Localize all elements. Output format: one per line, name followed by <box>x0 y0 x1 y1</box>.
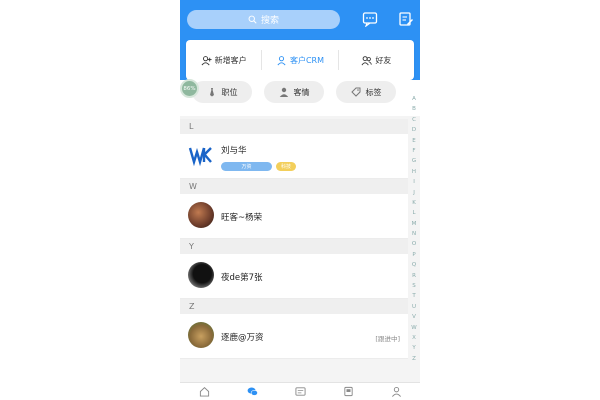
contact-row[interactable]: 夜de第7张 <box>180 254 408 299</box>
index-letter[interactable]: A <box>409 94 419 104</box>
index-letter[interactable]: X <box>409 333 419 343</box>
customer-crm-label: 客户CRM <box>289 55 325 65</box>
tab-card[interactable] <box>276 383 324 400</box>
crm-icon <box>277 55 286 65</box>
index-letter[interactable]: S <box>409 281 419 291</box>
contact-name: 刘与华 <box>221 146 247 156</box>
index-letter[interactable]: W <box>409 323 419 333</box>
add-customer-icon <box>201 55 212 65</box>
add-customer-button[interactable]: 新增客户 <box>186 50 261 70</box>
contacts-book-icon <box>343 386 353 397</box>
card-icon <box>294 387 306 396</box>
index-letter[interactable]: N <box>409 229 419 239</box>
index-letter[interactable]: D <box>409 125 419 135</box>
customer-crm-button[interactable]: 客户CRM <box>261 50 337 70</box>
progress-badge: 86% <box>180 79 199 98</box>
index-letter[interactable]: M <box>409 219 419 229</box>
alphabet-index[interactable]: ABCDEFGHIJKLMNOPQRSTUVWXYZ <box>409 94 419 364</box>
person-icon <box>279 87 288 97</box>
app-screen: 搜索 新增客户 客户CRM 好友 职位 客情 标签 86% L 刘与华 万资 科… <box>180 0 420 400</box>
customer-relation-chip-label: 客情 <box>293 87 310 97</box>
bottom-tab-bar <box>180 382 420 400</box>
contact-tag: 万资 <box>221 162 272 171</box>
tag-chip[interactable]: 标签 <box>336 81 396 103</box>
position-chip[interactable]: 职位 <box>192 81 252 103</box>
index-letter[interactable]: B <box>409 104 419 114</box>
index-letter[interactable]: J <box>409 188 419 198</box>
index-letter[interactable]: G <box>409 156 419 166</box>
index-letter[interactable]: Y <box>409 343 419 353</box>
tab-home[interactable] <box>180 383 228 400</box>
tie-icon <box>209 88 214 97</box>
index-letter[interactable]: E <box>409 136 419 146</box>
add-customer-label: 新增客户 <box>214 55 247 65</box>
contact-row[interactable]: 逐鹿@万资 [跟进中] <box>180 314 408 359</box>
index-letter[interactable]: P <box>409 250 419 260</box>
avatar <box>188 142 214 168</box>
chat-icon <box>247 387 258 396</box>
tag-chip-label: 标签 <box>365 87 382 97</box>
search-icon <box>248 15 257 24</box>
section-header-w: W <box>180 179 408 194</box>
filter-chips: 职位 客情 标签 <box>180 80 420 116</box>
index-letter[interactable]: T <box>409 291 419 301</box>
profile-icon <box>391 387 401 397</box>
contact-name: 逐鹿@万资 <box>221 333 264 343</box>
message-icon[interactable] <box>362 11 378 28</box>
index-letter[interactable]: V <box>409 312 419 322</box>
index-letter[interactable]: L <box>409 208 419 218</box>
avatar <box>188 322 214 348</box>
friends-label: 好友 <box>375 55 392 65</box>
index-letter[interactable]: I <box>409 177 419 187</box>
index-letter[interactable]: Z <box>409 354 419 364</box>
home-icon <box>199 387 209 397</box>
edit-icon[interactable] <box>398 11 414 27</box>
section-header-y: Y <box>180 239 408 254</box>
avatar <box>188 262 214 288</box>
index-letter[interactable]: O <box>409 239 419 249</box>
contact-tag: 科技 <box>276 162 296 171</box>
contact-row[interactable]: 刘与华 万资 科技 <box>180 134 408 179</box>
position-chip-label: 职位 <box>221 87 238 97</box>
tab-contacts-book[interactable] <box>324 383 372 400</box>
tab-profile[interactable] <box>372 383 420 400</box>
index-letter[interactable]: Q <box>409 260 419 270</box>
index-letter[interactable]: U <box>409 302 419 312</box>
index-letter[interactable]: H <box>409 167 419 177</box>
customer-relation-chip[interactable]: 客情 <box>264 81 324 103</box>
follow-status: [跟进中] <box>375 335 400 343</box>
index-letter[interactable]: K <box>409 198 419 208</box>
section-header-l: L <box>180 119 408 134</box>
contact-name: 旺客~杨荣 <box>221 213 263 223</box>
tag-icon <box>350 87 360 97</box>
quick-actions-card: 新增客户 客户CRM 好友 <box>186 40 414 80</box>
contact-row[interactable]: 旺客~杨荣 <box>180 194 408 239</box>
contact-name: 夜de第7张 <box>221 273 263 283</box>
friends-icon <box>361 55 373 65</box>
search-bar[interactable]: 搜索 <box>187 10 340 29</box>
index-letter[interactable]: C <box>409 115 419 125</box>
search-placeholder: 搜索 <box>260 16 279 26</box>
section-header-z: Z <box>180 299 408 314</box>
tab-chat[interactable] <box>228 383 276 400</box>
index-letter[interactable]: R <box>409 271 419 281</box>
index-letter[interactable]: F <box>409 146 419 156</box>
avatar <box>188 202 214 228</box>
friends-button[interactable]: 好友 <box>337 50 414 70</box>
